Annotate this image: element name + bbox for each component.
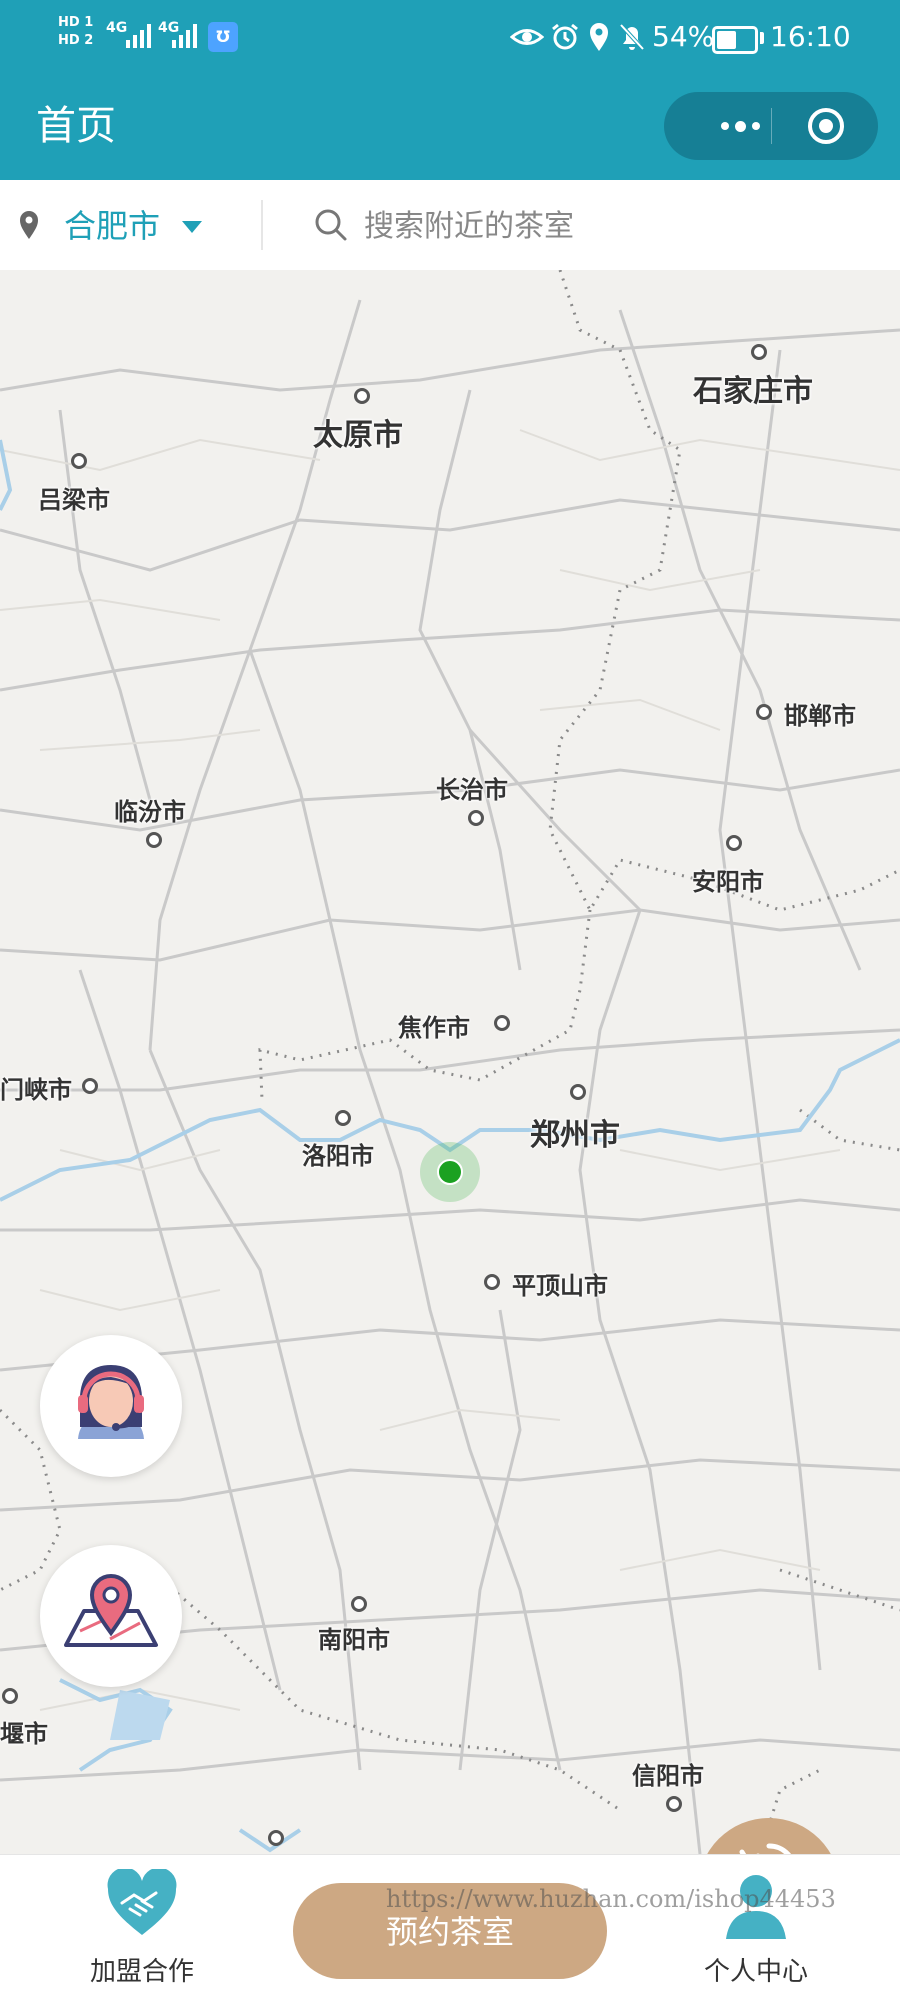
- location-icon: [590, 23, 608, 51]
- city-dot: [666, 1796, 682, 1812]
- nav-profile-label: 个人中心: [703, 1957, 808, 1987]
- city-label-changzhi[interactable]: 长治市: [436, 770, 508, 805]
- city-pin-icon: [20, 211, 38, 239]
- city-dot: [751, 344, 767, 360]
- bottom-nav: 加盟合作 预约茶室 个人中心 https://www.huzhan.com/is…: [0, 1854, 900, 2001]
- customer-service-button[interactable]: [40, 1335, 182, 1477]
- battery-tip: [760, 32, 764, 44]
- current-location-marker: [437, 1159, 463, 1185]
- bell-off-icon: [619, 23, 645, 51]
- search-divider: [261, 200, 263, 250]
- city-dot: [726, 835, 742, 851]
- city-dot: [268, 1830, 284, 1846]
- city-label-jiaozuo[interactable]: 焦作市: [398, 1008, 470, 1043]
- signal2-bars-icon: [172, 22, 197, 48]
- signal1-label: 4G: [106, 20, 128, 36]
- city-dot: [351, 1596, 367, 1612]
- city-dot: [468, 810, 484, 826]
- city-dot: [71, 453, 87, 469]
- city-label-pingdingshan[interactable]: 平顶山市: [512, 1266, 608, 1301]
- eye-icon: [510, 29, 544, 45]
- city-label-zhengzhou[interactable]: 郑州市: [530, 1110, 620, 1154]
- alarm-icon: [552, 23, 578, 50]
- mini-program-capsule: [664, 92, 878, 160]
- reservoir: [110, 1690, 170, 1740]
- city-dot: [335, 1110, 351, 1126]
- city-dot: [494, 1015, 510, 1031]
- nav-join[interactable]: 加盟合作: [42, 1855, 242, 2001]
- sim-indicator: HD 1 HD 2: [58, 14, 93, 50]
- city-label-shijiazhuang[interactable]: 石家庄市: [693, 366, 813, 410]
- clock: 16:10: [770, 20, 851, 53]
- search-input[interactable]: [362, 202, 866, 250]
- city-label-taiyuan[interactable]: 太原市: [313, 410, 403, 454]
- nav-profile[interactable]: 个人中心: [656, 1855, 856, 2001]
- city-label-anyang[interactable]: 安阳市: [692, 862, 764, 897]
- city-dot: [354, 388, 370, 404]
- carrier-badge-icon: Ʊ: [208, 22, 238, 52]
- handshake-heart-icon: [107, 1869, 177, 1935]
- chevron-down-icon[interactable]: [182, 221, 202, 233]
- search-row: 合肥市: [0, 180, 900, 270]
- city-label-linfen[interactable]: 临汾市: [114, 792, 186, 827]
- city-dot: [570, 1084, 586, 1100]
- city-label-xinyang[interactable]: 信阳市: [632, 1756, 704, 1791]
- city-dot: [82, 1078, 98, 1094]
- capsule-divider: [771, 108, 772, 144]
- map-nav-button[interactable]: [40, 1545, 182, 1687]
- battery-percent: 54%: [652, 20, 715, 53]
- page-title: 首页: [36, 103, 116, 149]
- nav-join-label: 加盟合作: [89, 1957, 194, 1987]
- search-icon[interactable]: [314, 208, 348, 242]
- sim1-label: HD 1: [58, 15, 94, 30]
- city-dot: [756, 704, 772, 720]
- city-label-shiyan[interactable]: 堰市: [0, 1714, 48, 1749]
- city-dot: [484, 1274, 500, 1290]
- city-label-nanyang[interactable]: 南阳市: [318, 1620, 390, 1655]
- city-dot: [146, 832, 162, 848]
- top-bar: HD 1 HD 2 4G 4G Ʊ 54% 16:10 首页: [0, 0, 900, 180]
- customer-service-icon: [78, 1365, 144, 1439]
- city-label-lvliang[interactable]: 吕梁市: [38, 480, 110, 515]
- signal1-bars-icon: [126, 22, 151, 48]
- city-dot: [2, 1688, 18, 1704]
- watermark-text: https://www.huzhan.com/ishop44453: [386, 1885, 836, 1913]
- map-view[interactable]: 石家庄市 太原市 吕梁市 邯郸市 长治市 临汾市 安阳市 焦作市 门峡市 郑州市…: [0, 270, 900, 1854]
- battery-icon: [712, 26, 758, 54]
- sim2-label: HD 2: [58, 33, 94, 48]
- city-label-handan[interactable]: 邯郸市: [784, 696, 856, 731]
- city-label-luoyang[interactable]: 洛阳市: [302, 1136, 374, 1171]
- map-pin-icon: [64, 1574, 158, 1647]
- city-label-sanmenxia[interactable]: 门峡市: [0, 1070, 72, 1105]
- status-bar: HD 1 HD 2 4G 4G Ʊ 54% 16:10: [0, 0, 900, 76]
- more-dots-icon[interactable]: [692, 92, 788, 160]
- timer-refresh-icon: [739, 1843, 791, 1854]
- close-target-icon[interactable]: [806, 106, 846, 146]
- city-selector[interactable]: 合肥市: [64, 206, 160, 246]
